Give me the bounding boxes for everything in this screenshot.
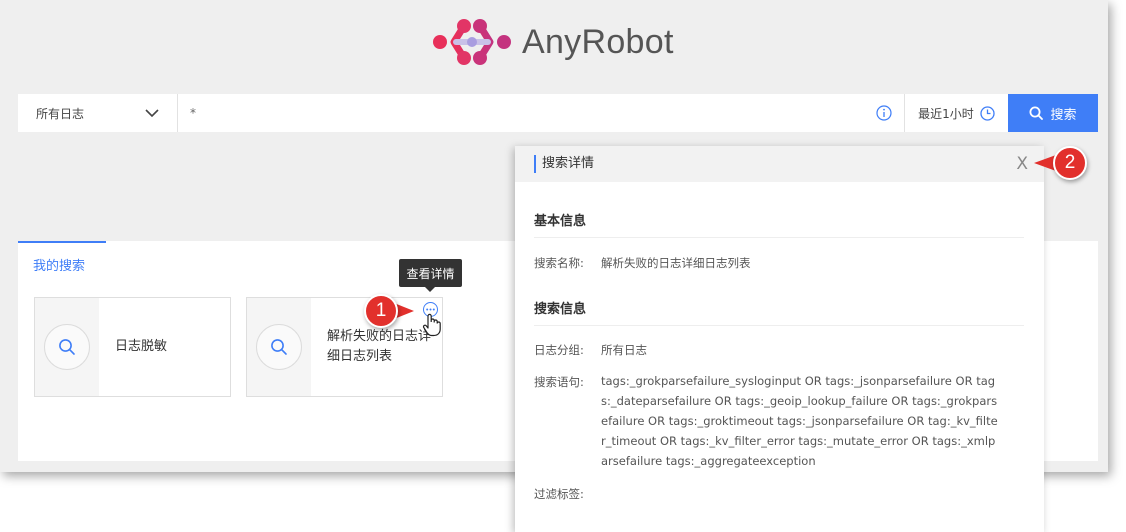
log-group-label: 日志分组:: [534, 343, 584, 357]
anyrobot-logo-icon: [433, 19, 511, 65]
search-icon: [1029, 106, 1044, 120]
search-button-label: 搜索: [1050, 107, 1077, 123]
callout-marker: 2: [1053, 146, 1087, 180]
search-icon: [44, 324, 90, 370]
saved-search-name: 日志脱敏: [115, 339, 168, 354]
info-icon[interactable]: [864, 94, 904, 132]
search-icon: [256, 324, 302, 370]
logo: AnyRobot: [432, 16, 674, 68]
query-value: tags:_grokparsefailure_sysloginput OR ta…: [601, 374, 998, 468]
clock-icon: [980, 105, 995, 121]
query-label: 搜索语句:: [534, 375, 584, 389]
search-detail-panel: 搜索详情 X 基本信息 搜索名称: 解析失败的日志详细日志列表 搜索信息 日志分…: [515, 146, 1044, 532]
divider: [534, 237, 1024, 238]
logo-text: AnyRobot: [522, 22, 674, 61]
chevron-down-icon: [145, 109, 159, 117]
divider: [534, 325, 1024, 326]
search-bar: 所有日志 最近1小时 搜索: [18, 94, 1098, 132]
callout-marker: 1: [364, 294, 398, 328]
time-range-picker[interactable]: 最近1小时: [904, 94, 1008, 132]
detail-title: 搜索详情: [534, 155, 594, 173]
hand-cursor-icon: [422, 313, 441, 337]
saved-search-card[interactable]: 日志脱敏: [34, 297, 231, 397]
search-name-value: 解析失败的日志详细日志列表: [601, 256, 751, 270]
search-button[interactable]: 搜索: [1008, 94, 1098, 132]
card-icon-area: [247, 298, 311, 396]
detail-header: 搜索详情 X: [515, 146, 1044, 182]
search-info-heading: 搜索信息: [534, 302, 587, 317]
search-query-input[interactable]: [178, 94, 864, 132]
tab-my-searches[interactable]: 我的搜索: [18, 241, 106, 275]
basic-info-heading: 基本信息: [534, 214, 587, 229]
log-group-value: 所有日志: [601, 343, 647, 357]
search-name-label: 搜索名称:: [534, 256, 584, 270]
card-icon-area: [35, 298, 99, 396]
close-icon[interactable]: X: [1016, 154, 1028, 174]
time-range-label: 最近1小时: [918, 106, 974, 121]
filter-tags-label: 过滤标签:: [534, 487, 584, 501]
log-group-select[interactable]: 所有日志: [18, 94, 178, 132]
log-group-select-value: 所有日志: [36, 106, 85, 121]
view-details-tooltip: 查看详情: [399, 259, 462, 292]
